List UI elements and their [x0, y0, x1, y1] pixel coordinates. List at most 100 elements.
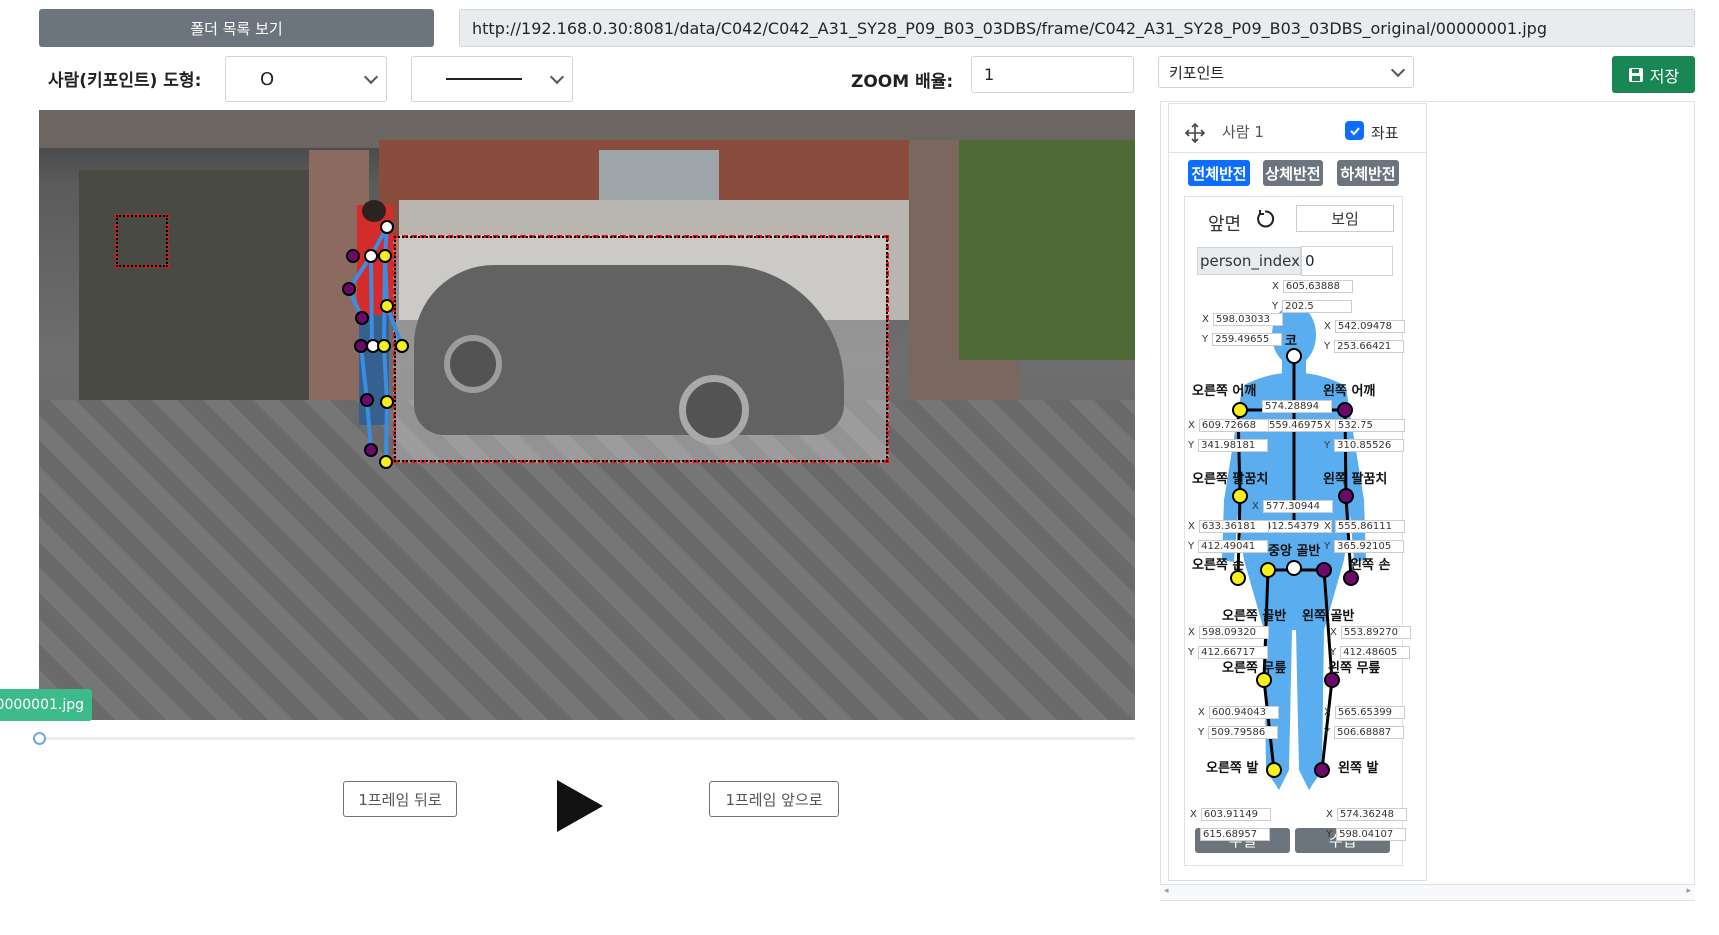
coord-l-pelvis-y[interactable]: Y 412.48605: [1330, 646, 1411, 659]
kp-l-pelvis: [354, 339, 368, 353]
joint-label-l-hand: 왼쪽 손: [1350, 558, 1391, 573]
frame-filename-tag: 00000001.jpg: [0, 689, 92, 721]
image-url-field[interactable]: http://192.168.0.30:8081/data/C042/C042_…: [459, 9, 1695, 47]
joint-label-r-elbow: 오른쪽 팔꿈치: [1192, 472, 1269, 487]
coord-l-shoulder-x[interactable]: X 532.75: [1324, 419, 1405, 432]
coord-r-shoulder-x[interactable]: X 609.72668: [1188, 419, 1269, 432]
divider: [1168, 152, 1427, 153]
diagram-kp-l-pelvis: [1316, 562, 1332, 578]
folder-list-button[interactable]: 폴더 목록 보기: [39, 9, 434, 47]
skeleton-overlay[interactable]: [39, 110, 1135, 720]
joint-label-r-pelvis: 오른쪽 골반: [1222, 609, 1287, 624]
chevron-down-icon: [1390, 62, 1406, 78]
kp-r-knee: [380, 395, 394, 409]
diagram-kp-l-hand: [1343, 570, 1359, 586]
kp-r-pelvis: [377, 339, 391, 353]
joint-label-l-elbow: 왼쪽 팔꿈치: [1323, 472, 1388, 487]
joint-label-l-shoulder: 왼쪽 어깨: [1323, 384, 1376, 399]
shape-select-value: O: [260, 68, 275, 90]
frame-slider-track[interactable]: [39, 737, 1135, 740]
front-label: 앞면: [1208, 214, 1242, 235]
chevron-down-icon: [549, 69, 565, 85]
coord-r-foot-y[interactable]: 615.68957: [1200, 828, 1270, 841]
kp-nose: [380, 220, 394, 234]
diagram-kp-l-elbow: [1338, 488, 1354, 504]
kp-l-elbow: [342, 282, 356, 296]
person-index-input[interactable]: 0: [1301, 246, 1393, 276]
diagram-kp-nose: [1286, 348, 1302, 364]
visible-toggle[interactable]: 보임: [1296, 205, 1394, 232]
diagram-kp-l-shoulder: [1337, 402, 1353, 418]
diagram-kp-r-hand: [1230, 570, 1246, 586]
joint-label-nose: 코: [1285, 334, 1297, 349]
coord-nose-l-x[interactable]: X 542.09478: [1324, 320, 1405, 333]
mode-select[interactable]: 키포인트: [1158, 56, 1414, 88]
coord-r-pelvis-y[interactable]: Y 412.66717: [1188, 646, 1269, 659]
coord-l-knee-y[interactable]: Y 506.68887: [1324, 726, 1405, 739]
line-style-preview: [446, 78, 522, 80]
line-style-select[interactable]: [411, 56, 573, 102]
coord-neck[interactable]: 574.28894: [1262, 400, 1332, 413]
move-arrows-icon[interactable]: [1184, 122, 1206, 144]
next-frame-button[interactable]: 1프레임 앞으로: [709, 781, 839, 817]
coord-l-elbow-x[interactable]: X 555.86111: [1324, 520, 1405, 533]
panel-horizontal-scrollbar[interactable]: ◂ ▸: [1160, 884, 1695, 900]
coord-l-knee-x[interactable]: X 565.65399: [1324, 706, 1405, 719]
joint-label-l-pelvis: 왼쪽 골반: [1302, 609, 1355, 624]
video-frame[interactable]: [39, 110, 1135, 720]
coord-l-pelvis-x[interactable]: X 553.89270: [1330, 626, 1411, 639]
flip-all-button[interactable]: 전체반전: [1188, 160, 1250, 186]
coord-head-y[interactable]: Y 202.5: [1272, 300, 1353, 313]
kp-r-foot: [379, 455, 393, 469]
floppy-disk-icon: [1628, 67, 1643, 82]
coord-r-elbow-x[interactable]: X 633.36181: [1188, 520, 1269, 533]
coord-head-x[interactable]: X 605.63888: [1272, 280, 1353, 293]
kp-r-hand: [395, 339, 409, 353]
kp-l-foot: [364, 443, 378, 457]
shape-select[interactable]: O: [225, 56, 387, 102]
coord-l-shoulder-y[interactable]: Y 310.85526: [1324, 439, 1405, 452]
coord-l-foot-x[interactable]: X 574.36248: [1326, 808, 1407, 821]
rotate-icon[interactable]: [1254, 208, 1276, 230]
frame-slider-handle[interactable]: [33, 732, 46, 745]
coord-r-elbow-y[interactable]: Y 412.49041: [1188, 540, 1269, 553]
coord-mid-x[interactable]: X 577.30944: [1252, 500, 1333, 513]
coord-nose-r-y[interactable]: Y 259.49655: [1202, 333, 1283, 346]
zoom-input[interactable]: 1: [971, 56, 1134, 93]
coord-checkbox[interactable]: [1345, 121, 1364, 140]
joint-label-r-hand: 오른쪽 손: [1192, 558, 1245, 573]
coord-l-foot-y[interactable]: Y 598.04107: [1326, 828, 1407, 841]
flip-lower-button[interactable]: 하체반전: [1337, 160, 1399, 186]
shape-label: 사람(키포인트) 도형:: [48, 71, 202, 91]
coord-r-knee-y[interactable]: Y 509.79586: [1198, 726, 1279, 739]
coord-l-elbow-y[interactable]: Y 365.92105: [1324, 540, 1405, 553]
kp-l-hand: [355, 311, 369, 325]
joint-label-center-pelvis: 중앙 골반: [1268, 544, 1321, 559]
coord-nose-l-y[interactable]: Y 253.66421: [1324, 340, 1405, 353]
save-button-label: 저장: [1649, 66, 1680, 86]
scroll-left-icon[interactable]: ◂: [1164, 886, 1169, 896]
coord-r-knee-x[interactable]: X 600.94043: [1198, 706, 1279, 719]
scroll-right-icon[interactable]: ▸: [1686, 886, 1691, 896]
person-title: 사람 1: [1222, 123, 1264, 141]
coord-checkbox-label: 좌표: [1371, 124, 1399, 142]
play-icon[interactable]: [557, 780, 603, 832]
kp-r-shoulder: [378, 249, 392, 263]
coord-nose-r-x[interactable]: X 598.03033: [1202, 313, 1283, 326]
save-button[interactable]: 저장: [1612, 56, 1695, 93]
coord-r-shoulder-y[interactable]: Y 341.98181: [1188, 439, 1269, 452]
mode-select-value: 키포인트: [1169, 63, 1225, 82]
coord-r-pelvis-x[interactable]: X 598.09320: [1188, 626, 1269, 639]
kp-r-elbow: [380, 299, 394, 313]
diagram-kp-r-foot: [1266, 762, 1282, 778]
joint-label-r-shoulder: 오른쪽 어깨: [1192, 384, 1257, 399]
joint-label-r-knee: 오른쪽 무릎: [1222, 661, 1287, 676]
diagram-kp-r-pelvis: [1260, 562, 1276, 578]
coord-r-foot-x[interactable]: X 603.91149: [1190, 808, 1271, 821]
joint-label-l-foot: 왼쪽 발: [1338, 761, 1379, 776]
diagram-kp-r-shoulder: [1232, 402, 1248, 418]
prev-frame-button[interactable]: 1프레임 뒤로: [343, 781, 457, 817]
flip-upper-button[interactable]: 상체반전: [1263, 160, 1323, 186]
diagram-kp-r-elbow: [1232, 488, 1248, 504]
person-index-label: person_index: [1197, 247, 1301, 275]
